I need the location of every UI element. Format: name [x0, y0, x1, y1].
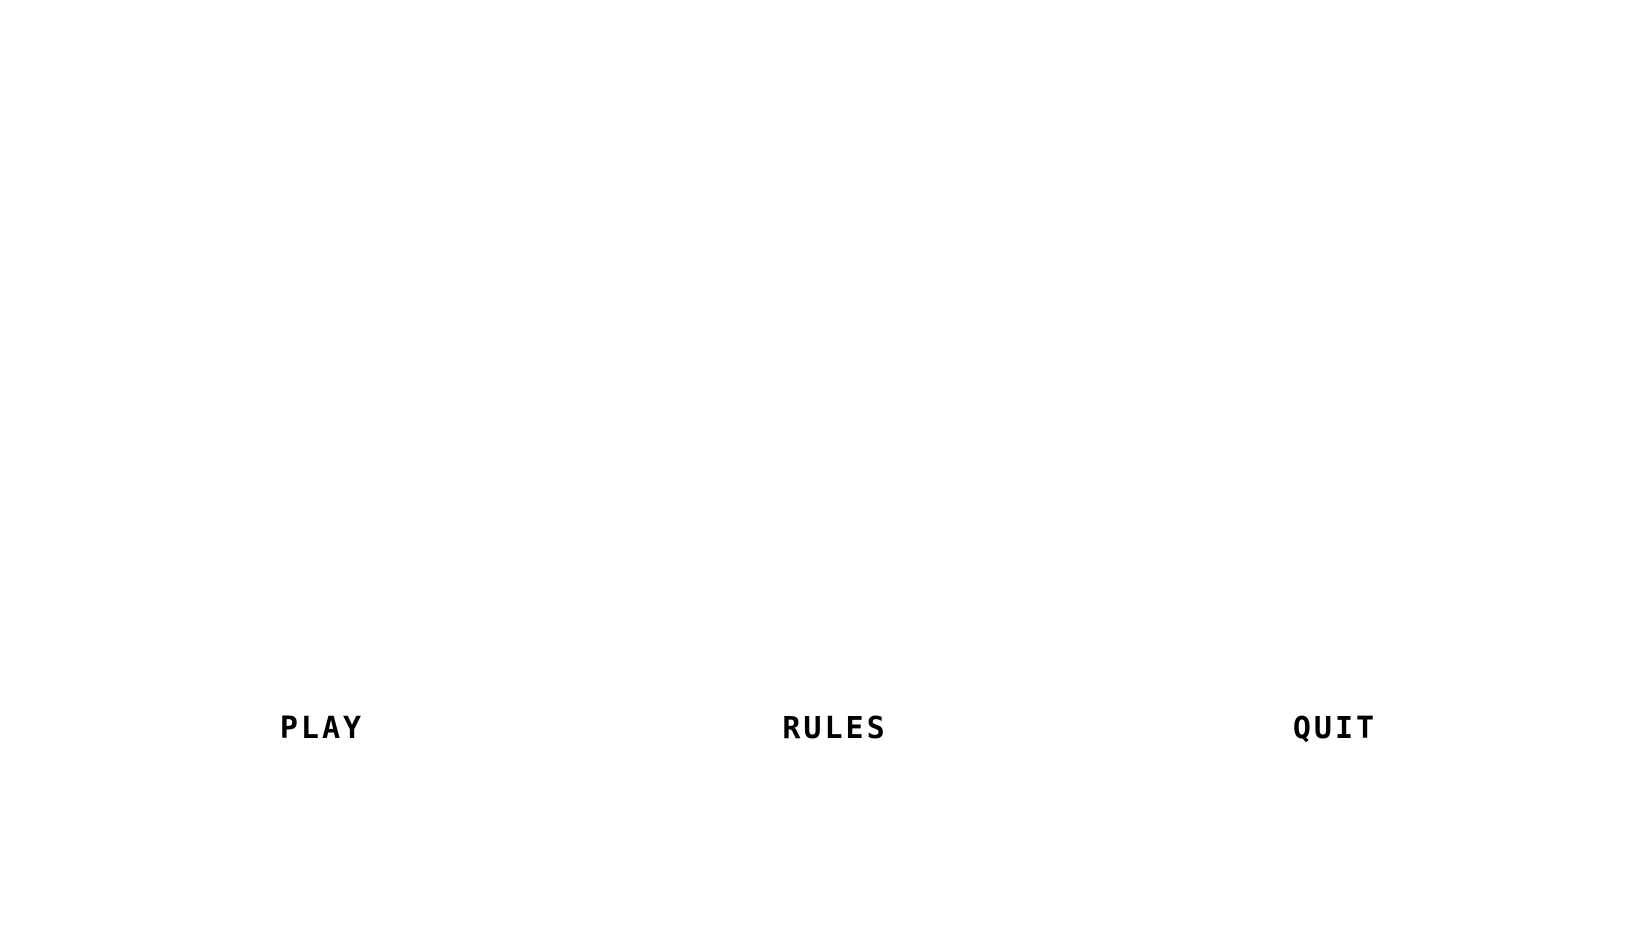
rules-button[interactable]: RULES — [760, 712, 910, 746]
quit-button[interactable]: QUIT — [1280, 712, 1390, 746]
main-menu-screen: PLAY RULES QUIT — [0, 0, 1650, 928]
play-button[interactable]: PLAY — [262, 712, 382, 746]
